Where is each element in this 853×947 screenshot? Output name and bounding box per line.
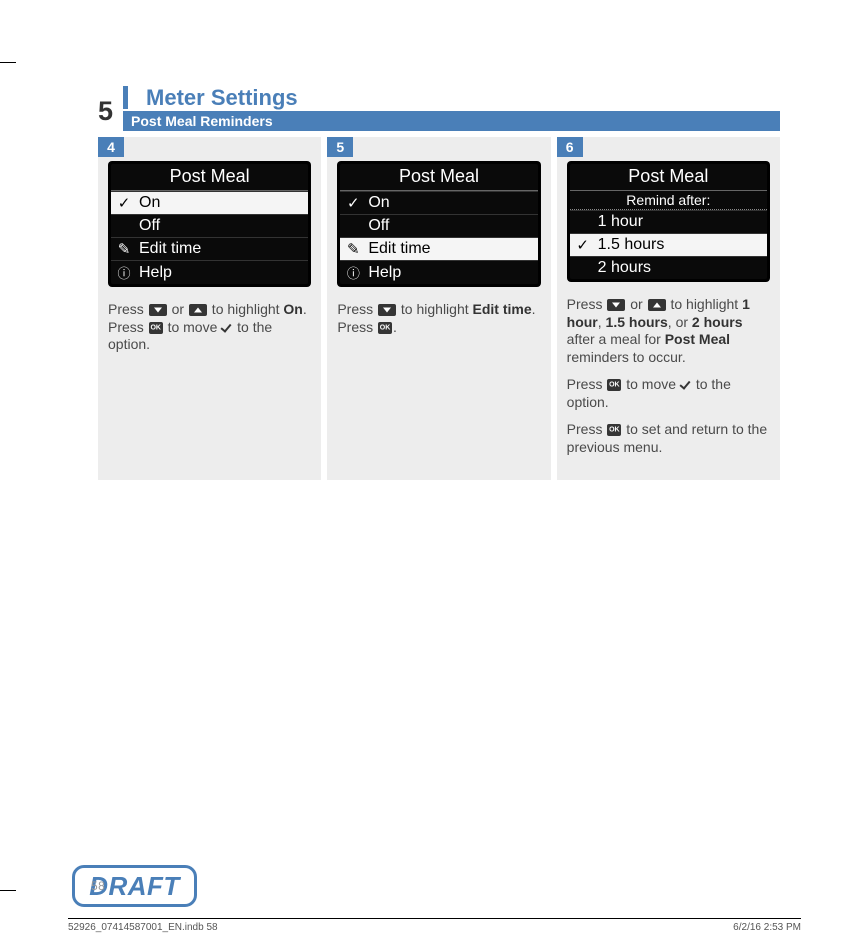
device-screen: Post Meal ✓On Off ✎Edit time ⓘHelp: [337, 161, 540, 287]
down-arrow-icon: [149, 304, 167, 316]
device-screen: Post Meal ✓On Off ✎Edit time ⓘHelp: [108, 161, 311, 287]
timestamp: 6/2/16 2:53 PM: [733, 922, 801, 933]
step-number: 4: [98, 137, 124, 157]
step-panel: 4 Post Meal ✓On Off ✎Edit time ⓘHelp Pre…: [98, 137, 321, 480]
list-item: ✓On: [111, 191, 308, 214]
list-item: ✎Edit time: [111, 237, 308, 260]
list-item: Off: [111, 214, 308, 237]
page-title: Meter Settings: [123, 86, 780, 109]
section-header: 5 Meter Settings Post Meal Reminders: [98, 86, 780, 131]
section-number: 5: [98, 98, 113, 131]
ok-icon: [607, 424, 621, 436]
ok-icon: [149, 322, 163, 334]
step-number: 6: [557, 137, 583, 157]
list-item: ⓘHelp: [340, 260, 537, 284]
check-icon: ✓: [574, 236, 592, 254]
device-screen: Post Meal Remind after: 1 hour ✓1.5 hour…: [567, 161, 770, 282]
ok-icon: [607, 379, 621, 391]
step-number: 5: [327, 137, 353, 157]
list-item: 1 hour: [570, 210, 767, 233]
screen-title: Post Meal: [570, 164, 767, 191]
file-name: 52926_07414587001_EN.indb 58: [68, 922, 218, 933]
screen-subtitle: Remind after:: [570, 191, 767, 210]
list-item: ✓On: [340, 191, 537, 214]
help-icon: ⓘ: [344, 263, 362, 282]
list-item: 2 hours: [570, 256, 767, 279]
up-arrow-icon: [189, 304, 207, 316]
screen-title: Post Meal: [340, 164, 537, 191]
check-icon: ✓: [115, 194, 133, 212]
step-panel: 5 Post Meal ✓On Off ✎Edit time ⓘHelp Pre…: [327, 137, 550, 480]
crop-mark: [0, 62, 16, 63]
down-arrow-icon: [607, 299, 625, 311]
step-instructions: Press or to highlight 1 hour, 1.5 hours,…: [567, 296, 770, 456]
check-icon: [680, 379, 692, 391]
check-icon: [221, 322, 233, 334]
screen-title: Post Meal: [111, 164, 308, 191]
check-icon: ✓: [344, 194, 362, 212]
list-item: Off: [340, 214, 537, 237]
list-item: ✓1.5 hours: [570, 233, 767, 256]
page-number: 58: [91, 879, 105, 893]
ok-icon: [378, 322, 392, 334]
slug-line: 52926_07414587001_EN.indb 58 6/2/16 2:53…: [68, 918, 801, 933]
list-item: ⓘHelp: [111, 260, 308, 284]
crop-mark: [0, 890, 16, 891]
page-content: 5 Meter Settings Post Meal Reminders 4 P…: [98, 86, 780, 480]
step-instructions: Press or to highlight On. Press to move …: [108, 301, 311, 354]
help-icon: ⓘ: [115, 263, 133, 282]
pencil-icon: ✎: [115, 240, 133, 258]
step-panel: 6 Post Meal Remind after: 1 hour ✓1.5 ho…: [557, 137, 780, 480]
pencil-icon: ✎: [344, 240, 362, 258]
draft-watermark: 58 DRAFT: [72, 865, 197, 907]
up-arrow-icon: [648, 299, 666, 311]
down-arrow-icon: [378, 304, 396, 316]
list-item: ✎Edit time: [340, 237, 537, 260]
step-instructions: Press to highlight Edit time. Press .: [337, 301, 540, 336]
page-subtitle: Post Meal Reminders: [123, 111, 780, 131]
